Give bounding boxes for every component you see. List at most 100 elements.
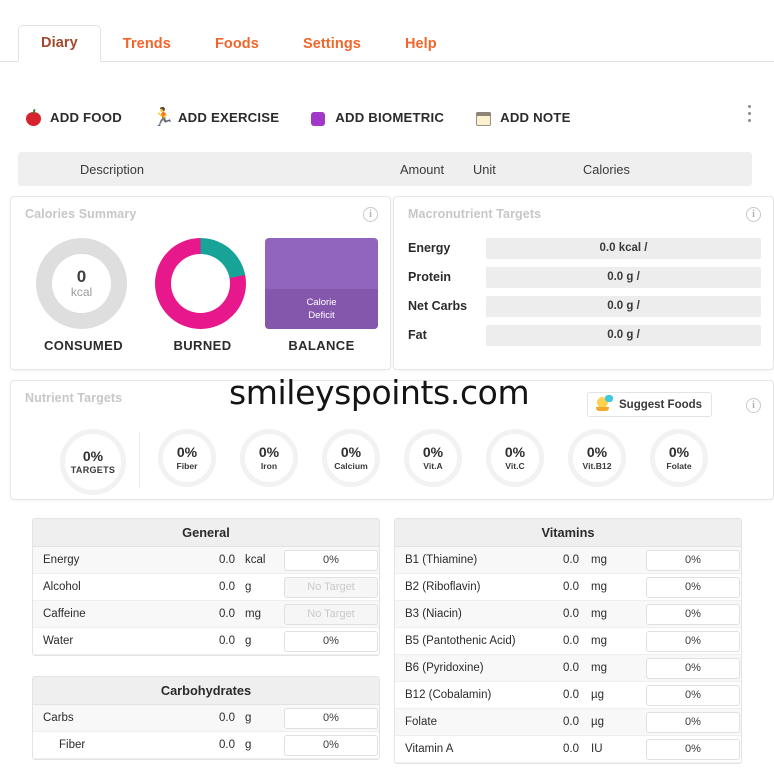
- nutrient-target-field[interactable]: 0%: [646, 684, 740, 706]
- nutrient-circle-calcium[interactable]: 0% Calcium: [322, 429, 380, 487]
- nutrient-unit: kcal: [245, 554, 266, 566]
- progress-ring: 0% Vit.C: [486, 429, 544, 487]
- nutrient-label: Alcohol: [43, 581, 81, 593]
- nutrient-target-field[interactable]: 0%: [646, 738, 740, 760]
- nutrient-target-field[interactable]: 0%: [646, 576, 740, 598]
- table-row: B5 (Pantothenic Acid) 0.0 mg 0%: [395, 628, 741, 655]
- nutrient-targets-title: Nutrient Targets: [25, 391, 123, 405]
- nutrient-target-field[interactable]: 0%: [284, 707, 378, 729]
- progress-ring: 0% Fiber: [158, 429, 216, 487]
- macro-progress-bar: 0.0 g /: [486, 324, 761, 346]
- nutrient-label: Energy: [43, 554, 80, 566]
- info-icon[interactable]: i: [363, 207, 378, 222]
- nutrient-label: Vitamin A: [405, 743, 454, 755]
- nutrient-target-field[interactable]: 0%: [646, 549, 740, 571]
- tab-settings[interactable]: Settings: [281, 27, 383, 62]
- nutrient-amount: 0.0: [563, 662, 579, 674]
- nutrient-target-field[interactable]: 0%: [646, 657, 740, 679]
- add-exercise-button[interactable]: 🏃 ADD EXERCISE: [152, 107, 279, 127]
- nutrient-unit: g: [245, 581, 252, 593]
- nutrient-label: Fiber: [59, 739, 86, 751]
- nutrient-amount: 0.0: [563, 581, 579, 593]
- macronutrient-targets-panel: Macronutrient Targets i Energy 0.0 kcal /…: [393, 196, 774, 370]
- nutrient-unit: g: [245, 635, 252, 647]
- apple-icon: [24, 108, 43, 127]
- nutrient-circle-folate[interactable]: 0% Folate: [650, 429, 708, 487]
- nutrient-target-field[interactable]: 0%: [284, 734, 378, 756]
- nutrient-amount: 0.0: [219, 635, 235, 647]
- nutrient-percent: 0%: [586, 443, 608, 460]
- nutrient-circle-vit-c[interactable]: 0% Vit.C: [486, 429, 544, 487]
- column-header-calories: Calories: [583, 161, 630, 177]
- nutrient-label: Caffeine: [43, 608, 86, 620]
- macro-label: Energy: [408, 241, 451, 255]
- nutrient-unit: mg: [591, 608, 607, 620]
- nutrient-circle-iron[interactable]: 0% Iron: [240, 429, 298, 487]
- nutrient-label: B5 (Pantothenic Acid): [405, 635, 516, 647]
- kebab-menu-icon[interactable]: [748, 105, 752, 126]
- macro-row: Energy 0.0 kcal /: [408, 237, 761, 259]
- table-row: B12 (Cobalamin) 0.0 µg 0%: [395, 682, 741, 709]
- nutrient-circle-vit-b12[interactable]: 0% Vit.B12: [568, 429, 626, 487]
- nutrient-target-field[interactable]: 0%: [284, 549, 378, 571]
- nutrient-unit: IU: [591, 743, 603, 755]
- nutrient-target-field[interactable]: 0%: [646, 711, 740, 733]
- general-table-title: General: [33, 519, 379, 547]
- nutrient-amount: 0.0: [563, 554, 579, 566]
- tab-diary[interactable]: Diary: [18, 25, 101, 62]
- nutrient-percent: 0%: [176, 443, 198, 460]
- info-icon[interactable]: i: [746, 398, 761, 413]
- progress-ring: 0% Vit.A: [404, 429, 462, 487]
- balance-indicator: Calorie Deficit BALANCE: [265, 238, 378, 353]
- tab-help[interactable]: Help: [383, 27, 459, 62]
- nutrient-circle-targets[interactable]: 0% TARGETS: [60, 429, 126, 495]
- balance-line2: Deficit: [308, 310, 335, 321]
- consumed-unit: kcal: [70, 285, 93, 299]
- balance-caption: BALANCE: [288, 338, 355, 353]
- tab-trends[interactable]: Trends: [101, 27, 193, 62]
- burned-caption: BURNED: [173, 338, 232, 353]
- suggest-foods-button[interactable]: Suggest Foods: [587, 392, 713, 417]
- balance-line1: Calorie: [306, 297, 337, 308]
- macro-value: 0.0 g /: [607, 300, 640, 312]
- nutrient-amount: 0.0: [219, 739, 235, 751]
- nutrient-amount: 0.0: [563, 716, 579, 728]
- nutrient-target-field[interactable]: No Target: [284, 576, 378, 598]
- add-biometric-button[interactable]: ADD BIOMETRIC: [309, 108, 444, 127]
- nutrient-circle-fiber[interactable]: 0% Fiber: [158, 429, 216, 487]
- nutrient-label: B6 (Pyridoxine): [405, 662, 484, 674]
- nutrient-percent: 0%: [668, 443, 690, 460]
- macro-label: Fat: [408, 328, 427, 342]
- action-label: ADD BIOMETRIC: [335, 109, 445, 125]
- table-row: B6 (Pyridoxine) 0.0 mg 0%: [395, 655, 741, 682]
- nutrient-target-field[interactable]: 0%: [646, 603, 740, 625]
- note-icon: [474, 108, 493, 127]
- nutrient-amount: 0.0: [563, 608, 579, 620]
- tab-foods[interactable]: Foods: [193, 27, 281, 62]
- add-food-button[interactable]: ADD FOOD: [24, 108, 122, 127]
- nutrient-target-field[interactable]: No Target: [284, 603, 378, 625]
- nutrient-target-field[interactable]: 0%: [646, 630, 740, 652]
- balance-box: Calorie Deficit: [265, 238, 378, 329]
- nutrient-target-field[interactable]: 0%: [284, 630, 378, 652]
- table-row: Vitamin A 0.0 IU 0%: [395, 736, 741, 763]
- nutrient-unit: mg: [591, 581, 607, 593]
- macro-label: Net Carbs: [408, 299, 468, 313]
- table-row: Fiber 0.0 g 0%: [33, 732, 379, 759]
- table-row: B2 (Riboflavin) 0.0 mg 0%: [395, 574, 741, 601]
- nutrient-unit: mg: [245, 608, 261, 620]
- nutrient-percent: 0%: [340, 443, 362, 460]
- macro-value: 0.0 kcal /: [599, 242, 648, 254]
- nutrient-amount: 0.0: [563, 743, 579, 755]
- table-row: Caffeine 0.0 mg No Target: [33, 601, 379, 628]
- nutrient-percent: 0%: [82, 447, 104, 464]
- info-icon[interactable]: i: [746, 207, 761, 222]
- table-row: B3 (Niacin) 0.0 mg 0%: [395, 601, 741, 628]
- add-note-button[interactable]: ADD NOTE: [474, 108, 570, 127]
- nutrient-circle-vit-a[interactable]: 0% Vit.A: [404, 429, 462, 487]
- lightbulb-icon: [592, 394, 614, 414]
- nutrient-amount: 0.0: [219, 608, 235, 620]
- progress-ring: 0% Folate: [650, 429, 708, 487]
- nutrient-label: Folate: [405, 716, 437, 728]
- macronutrient-targets-title: Macronutrient Targets: [408, 207, 542, 221]
